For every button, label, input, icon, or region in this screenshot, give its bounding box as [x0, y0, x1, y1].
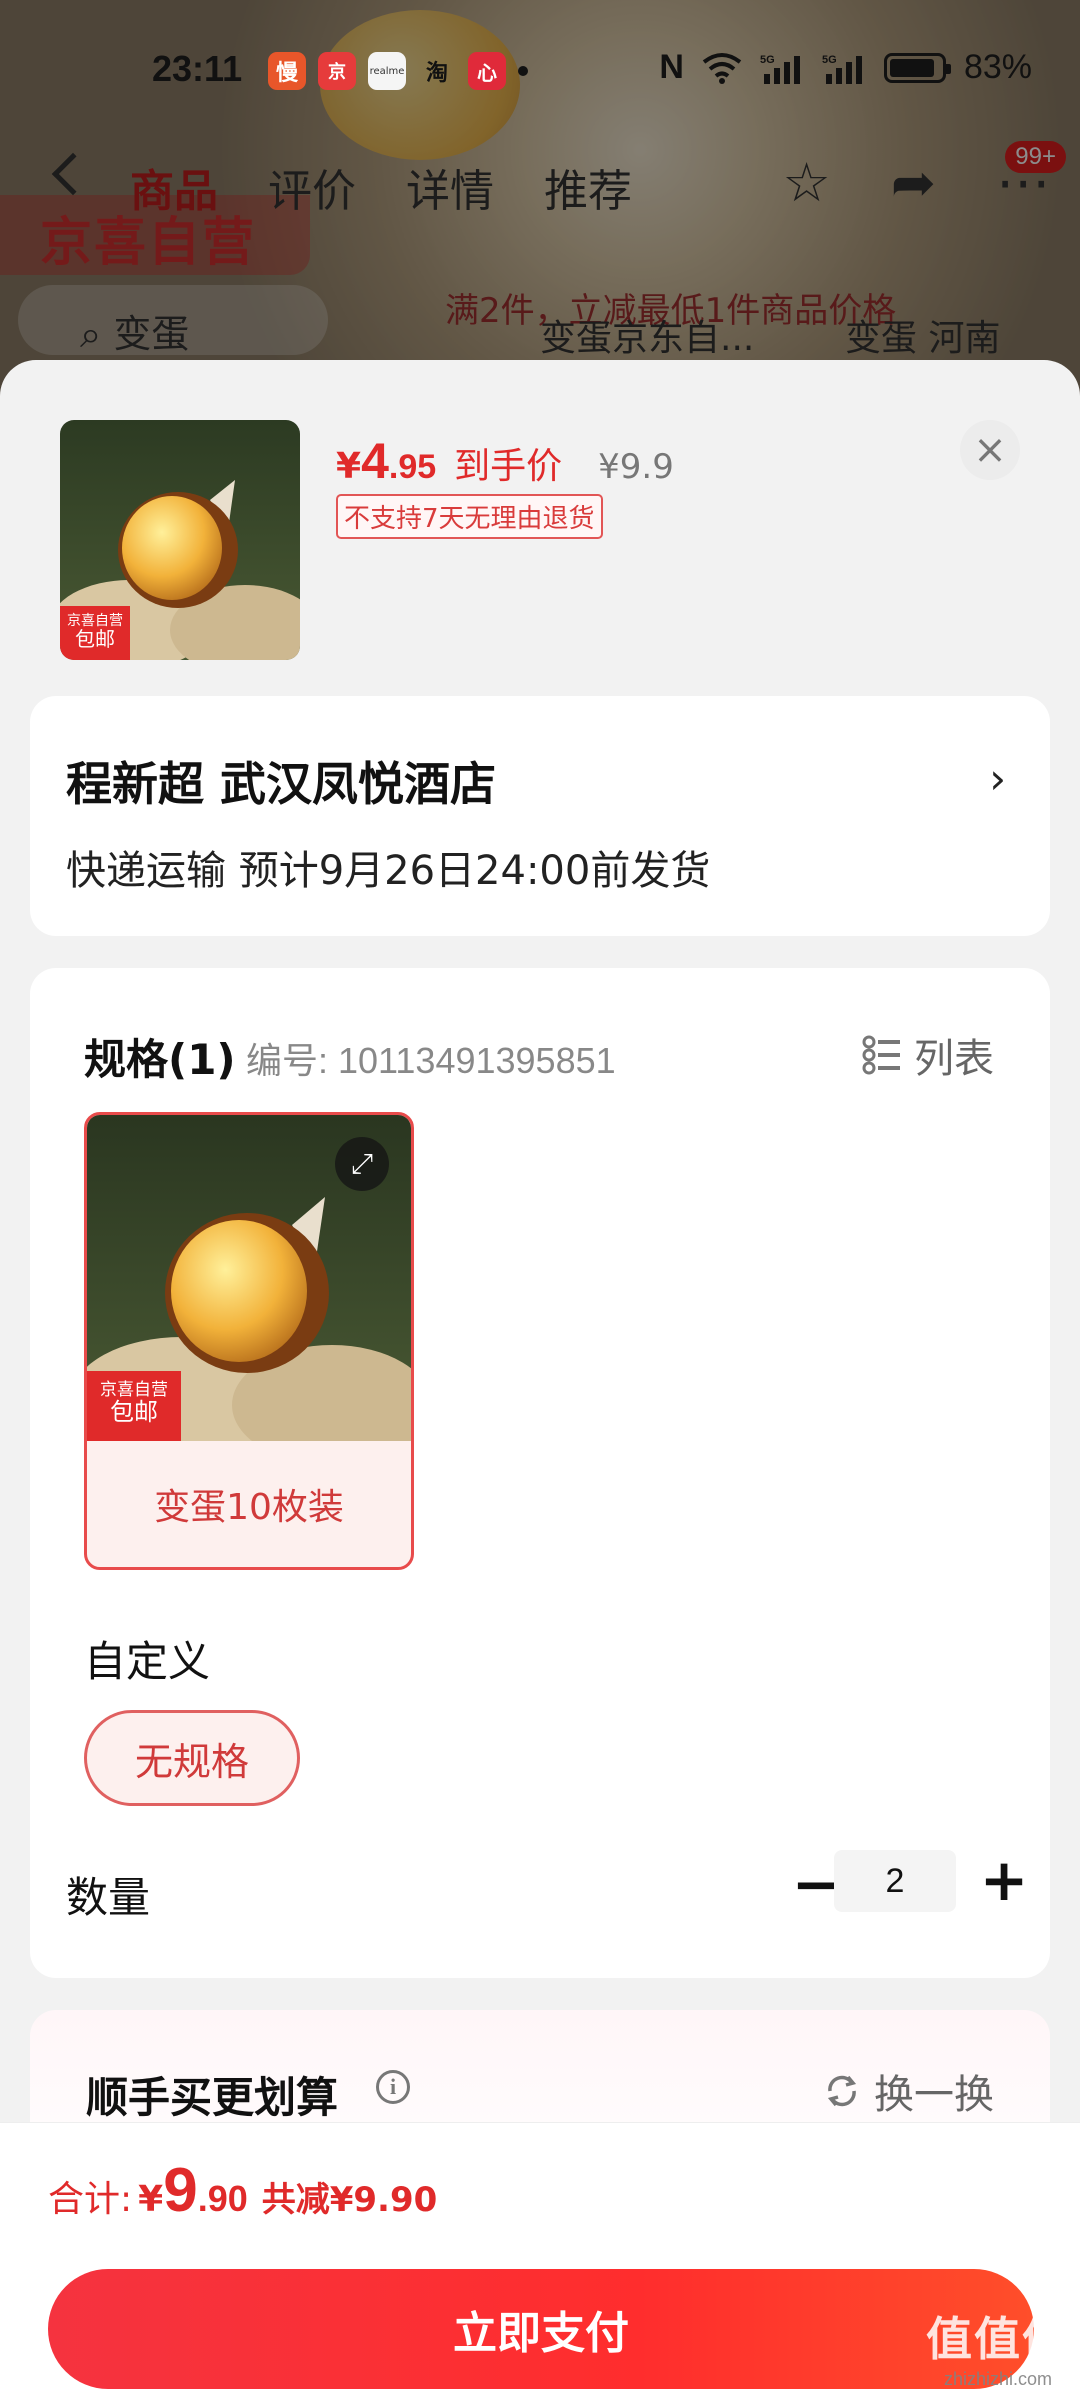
status-app-icons: 慢 京 realme 淘 心 [268, 52, 528, 90]
expand-image-button[interactable]: ⤢ [335, 1137, 389, 1191]
total-label: 合计: [48, 2179, 133, 2220]
list-icon [862, 1035, 900, 1075]
signal-5g-icon: 5G [760, 54, 800, 84]
taobao-app-icon: 淘 [425, 61, 448, 86]
close-button[interactable]: × [960, 420, 1020, 480]
price-currency: ¥ [336, 446, 362, 487]
quantity-increase-button[interactable]: + [968, 1844, 1040, 1916]
battery-percent: 83% [963, 48, 1032, 86]
wifi-icon [702, 52, 742, 84]
address-recipient: 程新超 武汉凤悦酒店 [66, 757, 497, 811]
watermark-glyph: 值值值 [926, 2312, 1070, 2366]
battery-icon [883, 52, 951, 83]
watermark: 值值值 zhizhizhi.com [926, 2303, 1070, 2390]
jd-app-icon: 京 [318, 52, 356, 90]
quantity-label: 数量 [66, 1873, 151, 1922]
variant-option-selected[interactable]: 京喜自营 包邮 ⤢ 变蛋10枚装 [84, 1112, 414, 1570]
list-view-toggle[interactable]: 列表 [862, 1026, 994, 1084]
expand-icon: ⤢ [350, 1147, 374, 1180]
swap-button[interactable]: 换一换 [822, 2062, 994, 2120]
status-bar: 23:11 慢 京 realme 淘 心 N 5G 5G 83% [0, 0, 1080, 140]
info-icon[interactable]: i [376, 2070, 410, 2104]
original-price: ¥9.9 [598, 447, 674, 487]
total-currency: ¥ [138, 2179, 164, 2220]
spec-code: 编号: 10113491395851 [246, 1040, 616, 1081]
plus-icon: + [979, 1846, 1029, 1914]
thumb-badge: 京喜自营 包邮 [60, 606, 130, 660]
pay-now-button[interactable]: 立即支付 [48, 2269, 1034, 2389]
quantity-input[interactable] [834, 1850, 956, 1912]
minus-icon: − [791, 1850, 841, 1918]
close-icon: × [973, 427, 1007, 473]
price-row: ¥ 4 .95 到手价 ¥9.9 [336, 432, 674, 490]
checkout-footer: 合计: ¥ 9 .90 共减¥9.90 立即支付 值值值 zhizhizhi.c… [0, 2122, 1080, 2400]
total-decimal: .90 [197, 2178, 248, 2219]
more-notifications-dot [518, 66, 528, 76]
price-integer: 4 [361, 433, 389, 489]
product-thumbnail[interactable]: 京喜自营 包邮 [60, 420, 300, 660]
variant-label: 变蛋10枚装 [154, 1487, 344, 1528]
thumb-badge-bottom: 包邮 [75, 627, 115, 651]
total-discount: 共减¥9.90 [261, 2180, 438, 2220]
price-decimal: .95 [388, 448, 437, 486]
spec-card: 规格(1) 编号: 10113491395851 列表 京喜自营 包邮 ⤢ 变蛋… [30, 968, 1050, 1978]
status-right: N 5G 5G 83% [659, 48, 1032, 87]
total-row: 合计: ¥ 9 .90 共减¥9.90 [48, 2155, 437, 2226]
refresh-icon [827, 2075, 857, 2107]
spec-title: 规格(1) [84, 1035, 236, 1084]
total-integer: 9 [163, 2156, 198, 2225]
app-notification-icon: 慢 [268, 52, 306, 90]
purchase-sheet: 京喜自营 包邮 ¥ 4 .95 到手价 ¥9.9 不支持7天无理由退货 × 程新… [0, 360, 1080, 2400]
realme-app-icon: realme [368, 52, 406, 90]
bundle-title: 顺手买更划算 [86, 2073, 339, 2122]
list-label: 列表 [914, 1036, 994, 1082]
watermark-text: zhizhizhi.com [943, 2369, 1053, 2389]
svg-text:5G: 5G [822, 54, 837, 66]
nfc-icon: N [659, 48, 684, 86]
address-card[interactable]: 程新超 武汉凤悦酒店 › 快递运输 预计9月26日24:00前发货 [30, 696, 1050, 936]
variant-image: 京喜自营 包邮 ⤢ [87, 1115, 411, 1441]
status-time: 23:11 [152, 48, 243, 89]
return-policy-tag: 不支持7天无理由退货 [336, 494, 603, 539]
sheet-header: 京喜自营 包邮 ¥ 4 .95 到手价 ¥9.9 不支持7天无理由退货 × [0, 360, 1080, 690]
variant-badge: 京喜自营 包邮 [87, 1371, 181, 1441]
no-spec-chip[interactable]: 无规格 [84, 1710, 300, 1806]
variant-badge-bottom: 包邮 [110, 1398, 158, 1426]
price-label: 到手价 [454, 446, 563, 487]
signal-5g-icon: 5G [822, 54, 862, 84]
swap-label: 换一换 [874, 2072, 994, 2118]
custom-section-label: 自定义 [84, 1637, 211, 1686]
chevron-right-icon: › [989, 754, 1006, 803]
delivery-estimate: 快递运输 预计9月26日24:00前发货 [66, 848, 711, 894]
heart-app-icon: 心 [468, 52, 506, 90]
svg-text:5G: 5G [760, 54, 775, 66]
